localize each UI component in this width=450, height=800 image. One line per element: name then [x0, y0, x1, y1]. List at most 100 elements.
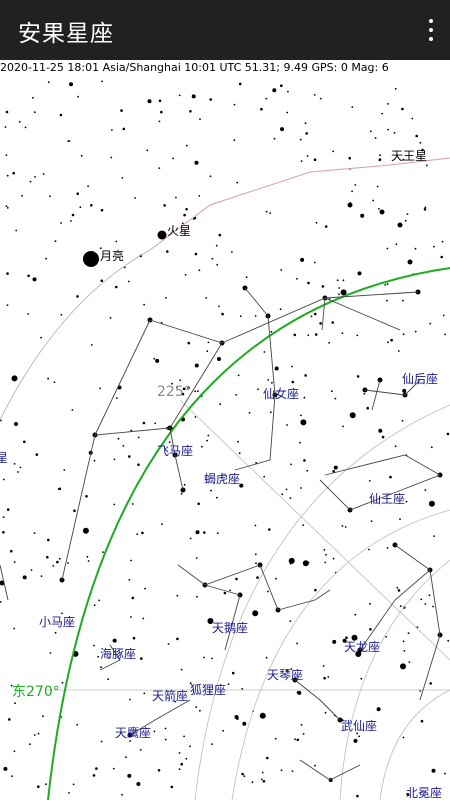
star	[385, 636, 388, 638]
star	[92, 774, 96, 777]
star	[102, 551, 104, 553]
star	[100, 279, 104, 283]
star	[279, 308, 282, 311]
star	[127, 280, 130, 283]
overflow-menu-icon[interactable]	[426, 18, 436, 42]
star	[37, 732, 40, 735]
star	[303, 459, 306, 462]
star	[216, 532, 219, 535]
star	[218, 305, 220, 308]
star	[262, 780, 266, 783]
star	[27, 313, 30, 315]
star	[254, 553, 257, 556]
star	[127, 773, 132, 778]
star	[401, 419, 404, 422]
star	[270, 330, 273, 333]
star	[357, 271, 362, 276]
star	[425, 164, 428, 167]
star	[158, 99, 162, 103]
star	[238, 452, 241, 455]
star	[321, 285, 325, 288]
star	[199, 118, 201, 121]
star	[161, 523, 163, 525]
star	[115, 240, 118, 243]
star	[11, 775, 13, 778]
star	[183, 483, 186, 486]
status-line: 2020-11-25 18:01 Asia/Shanghai 10:01 UTC…	[0, 61, 389, 74]
star	[446, 432, 450, 436]
star	[269, 212, 272, 215]
star	[178, 94, 181, 97]
star	[198, 195, 201, 197]
star	[180, 762, 183, 766]
star	[294, 738, 296, 741]
star	[70, 220, 72, 222]
star	[197, 390, 199, 392]
star	[288, 557, 295, 564]
star	[42, 715, 44, 718]
star	[368, 548, 370, 551]
star	[216, 496, 218, 499]
star	[45, 783, 47, 786]
star	[432, 605, 434, 608]
star	[420, 719, 424, 723]
star	[231, 251, 233, 253]
star	[313, 261, 316, 264]
star	[241, 688, 244, 690]
mars-marker	[157, 230, 167, 240]
star	[265, 97, 268, 100]
star	[154, 422, 157, 425]
star	[139, 749, 142, 751]
star	[280, 84, 283, 87]
star	[263, 351, 266, 353]
star	[330, 390, 333, 393]
star	[356, 375, 360, 378]
star	[6, 207, 9, 209]
star	[90, 344, 93, 346]
star	[286, 111, 289, 114]
star	[23, 440, 26, 444]
star	[179, 379, 182, 382]
star	[280, 769, 283, 772]
star	[334, 397, 337, 400]
star	[322, 665, 325, 667]
label-lacerta: 蝎虎座	[204, 471, 240, 486]
star	[402, 736, 405, 739]
star	[185, 757, 188, 760]
star	[402, 640, 405, 643]
star	[387, 128, 390, 131]
star	[164, 727, 167, 730]
star	[201, 445, 203, 448]
star	[341, 525, 344, 527]
star	[21, 194, 23, 197]
star	[100, 666, 102, 669]
star	[5, 205, 8, 208]
star	[400, 663, 406, 670]
star	[254, 315, 257, 317]
star	[336, 279, 339, 282]
star	[237, 374, 240, 377]
star	[356, 794, 359, 798]
star	[216, 263, 219, 266]
star	[185, 208, 188, 211]
star	[180, 492, 183, 495]
star	[402, 388, 407, 393]
sky-chart[interactable]: 天王星 火星 月亮 225° 东270° 仙女座 仙后座 飞马座 蝎虎座 仙王座…	[0, 76, 450, 800]
bright-star	[397, 222, 403, 228]
star	[257, 388, 259, 391]
star	[389, 475, 392, 479]
star	[424, 603, 427, 605]
star	[209, 98, 212, 101]
star	[195, 530, 200, 535]
star	[381, 112, 384, 115]
star	[46, 555, 49, 559]
star	[219, 403, 222, 406]
star	[314, 588, 317, 592]
star	[164, 738, 167, 741]
star	[122, 127, 126, 131]
star	[40, 336, 42, 339]
star	[407, 632, 410, 635]
star	[121, 177, 124, 179]
star	[184, 274, 187, 276]
star	[366, 406, 370, 410]
